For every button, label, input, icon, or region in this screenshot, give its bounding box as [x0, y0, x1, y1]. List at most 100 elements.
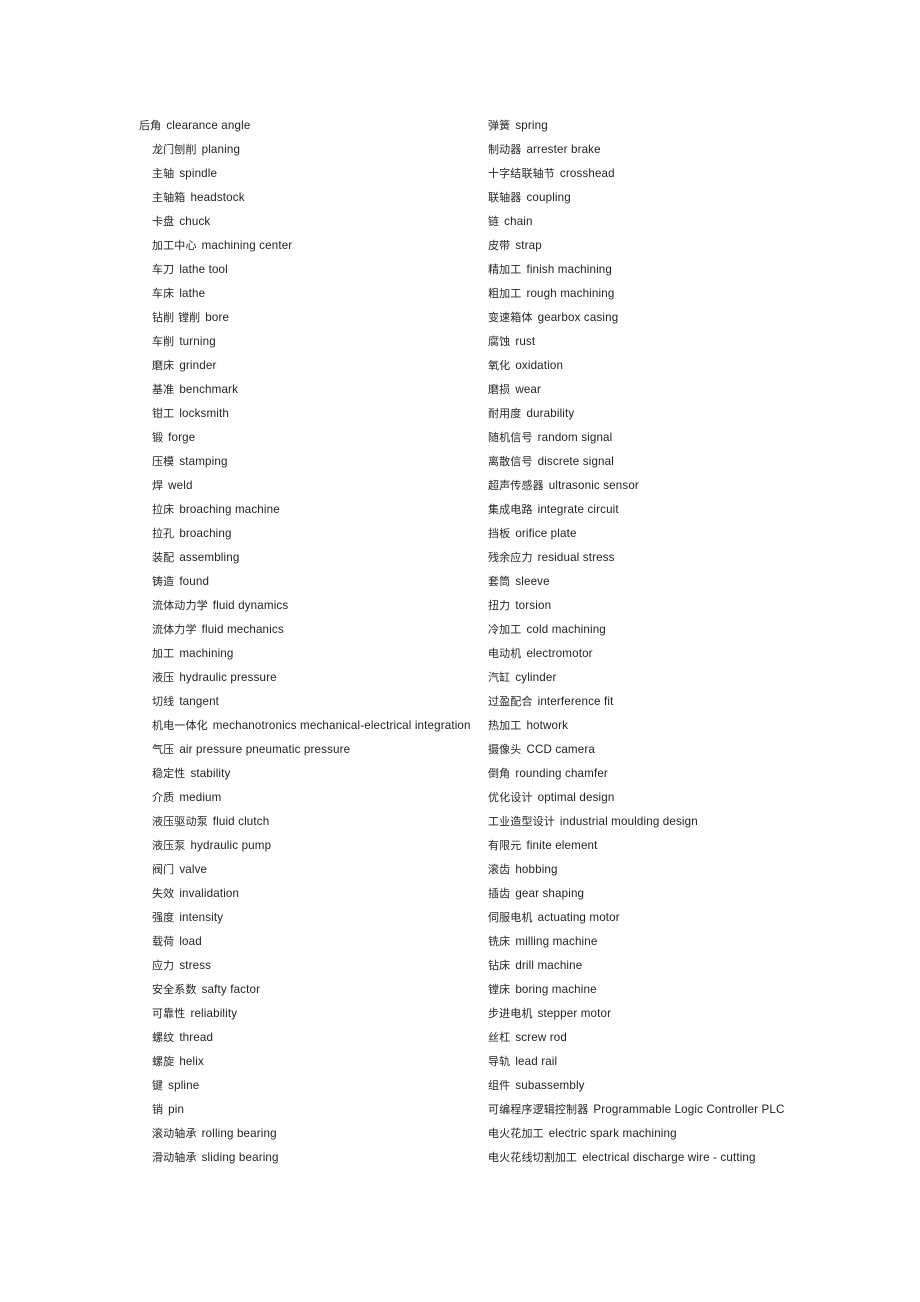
glossary-entry: 螺纹 thread: [152, 1026, 479, 1050]
glossary-entry: 车刀 lathe tool: [152, 258, 479, 282]
term-english: cold machining: [526, 623, 606, 636]
term-chinese: 组件: [488, 1079, 511, 1092]
term-chinese: 拉床: [152, 503, 175, 516]
term-chinese: 镗床: [488, 983, 511, 996]
term-chinese: 机电一体化: [152, 719, 208, 732]
glossary-entry: 皮带 strap: [488, 234, 908, 258]
glossary-entry: 插齿 gear shaping: [488, 882, 908, 906]
term-english: discrete signal: [537, 455, 614, 468]
term-chinese: 失效: [152, 887, 175, 900]
term-english: forge: [168, 431, 196, 444]
term-chinese: 流体力学: [152, 623, 197, 636]
term-english: wear: [515, 383, 542, 396]
term-chinese: 冷加工: [488, 623, 522, 636]
term-english: rolling bearing: [201, 1127, 277, 1140]
term-chinese: 液压驱动泵: [152, 815, 208, 828]
glossary-entry: 联轴器 coupling: [488, 186, 908, 210]
term-chinese: 弹簧: [488, 119, 511, 132]
term-chinese: 挡板: [488, 527, 511, 540]
term-chinese: 滚齿: [488, 863, 511, 876]
term-english: boring machine: [515, 983, 597, 996]
term-english: stability: [190, 767, 231, 780]
term-english: durability: [526, 407, 575, 420]
term-chinese: 优化设计: [488, 791, 533, 804]
term-chinese: 热加工: [488, 719, 522, 732]
term-chinese: 加工中心: [152, 239, 197, 252]
glossary-entry: 热加工 hotwork: [488, 714, 908, 738]
glossary-entry: 滚齿 hobbing: [488, 858, 908, 882]
term-chinese: 电动机: [488, 647, 522, 660]
glossary-entry: 弹簧 spring: [488, 114, 908, 138]
glossary-entry: 离散信号 discrete signal: [488, 450, 908, 474]
term-english: safty factor: [201, 983, 261, 996]
term-english: gear shaping: [515, 887, 585, 900]
term-chinese: 安全系数: [152, 983, 197, 996]
glossary-entry: 汽缸 cylinder: [488, 666, 908, 690]
term-chinese: 粗加工: [488, 287, 522, 300]
term-chinese: 螺旋: [152, 1055, 175, 1068]
term-chinese: 气压: [152, 743, 175, 756]
term-english: machining: [179, 647, 234, 660]
term-english: finite element: [526, 839, 598, 852]
term-chinese: 车床: [152, 287, 175, 300]
term-english: broaching: [179, 527, 232, 540]
glossary-entry: 拉床 broaching machine: [152, 498, 479, 522]
glossary-entry: 龙门刨削 planing: [152, 138, 479, 162]
term-chinese: 主轴箱: [152, 191, 186, 204]
glossary-entry: 组件 subassembly: [488, 1074, 908, 1098]
term-english: benchmark: [179, 383, 239, 396]
term-english: lathe: [179, 287, 206, 300]
glossary-entry: 粗加工 rough machining: [488, 282, 908, 306]
term-english: stress: [179, 959, 212, 972]
term-chinese: 可编程序逻辑控制器: [488, 1103, 589, 1116]
glossary-entry: 切线 tangent: [152, 690, 479, 714]
term-chinese: 扭力: [488, 599, 511, 612]
term-chinese: 稳定性: [152, 767, 186, 780]
term-english: machining center: [201, 239, 293, 252]
glossary-entry: 铸造 found: [152, 570, 479, 594]
term-chinese: 精加工: [488, 263, 522, 276]
term-chinese: 滑动轴承: [152, 1151, 197, 1164]
term-chinese: 摄像头: [488, 743, 522, 756]
term-chinese: 液压泵: [152, 839, 186, 852]
right-column: 弹簧 spring 制动器 arrester brake 十字结联轴节 crosshead…: [488, 114, 908, 1170]
term-chinese: 套筒: [488, 575, 511, 588]
term-chinese: 销: [152, 1103, 164, 1116]
term-english: cylinder: [515, 671, 557, 684]
glossary-entry: 电火花线切割加工 electrical discharge wire - cutt…: [488, 1146, 908, 1170]
term-chinese: 变速箱体: [488, 311, 533, 324]
glossary-entry: 焊 weld: [152, 474, 479, 498]
term-english: orifice plate: [515, 527, 577, 540]
term-english: CCD camera: [526, 743, 595, 756]
glossary-entry: 强度 intensity: [152, 906, 479, 930]
term-chinese: 工业造型设计: [488, 815, 555, 828]
glossary-entry: 流体动力学 fluid dynamics: [152, 594, 479, 618]
term-chinese: 主轴: [152, 167, 175, 180]
glossary-entry: 卡盘 chuck: [152, 210, 479, 234]
term-chinese: 介质: [152, 791, 175, 804]
glossary-entry: 精加工 finish machining: [488, 258, 908, 282]
term-chinese: 卡盘: [152, 215, 175, 228]
term-chinese: 压模: [152, 455, 175, 468]
term-english: planing: [201, 143, 241, 156]
term-chinese: 加工: [152, 647, 175, 660]
glossary-entry: 钳工 locksmith: [152, 402, 479, 426]
term-english: random signal: [537, 431, 613, 444]
glossary-entry: 车削 turning: [152, 330, 479, 354]
term-english: fluid dynamics: [212, 599, 289, 612]
term-chinese: 倒角: [488, 767, 511, 780]
glossary-entry: 主轴 spindle: [152, 162, 479, 186]
term-chinese: 焊: [152, 479, 164, 492]
term-chinese: 腐蚀: [488, 335, 511, 348]
glossary-entry: 主轴箱 headstock: [152, 186, 479, 210]
term-english: locksmith: [179, 407, 229, 420]
term-chinese: 切线: [152, 695, 175, 708]
glossary-entry: 失效 invalidation: [152, 882, 479, 906]
glossary-entry: 安全系数 safty factor: [152, 978, 479, 1002]
term-english: rust: [515, 335, 536, 348]
term-chinese: 磨损: [488, 383, 511, 396]
glossary-entry: 超声传感器 ultrasonic sensor: [488, 474, 908, 498]
term-english: actuating motor: [537, 911, 620, 924]
term-chinese: 离散信号: [488, 455, 533, 468]
left-column: 后角 clearance angle 龙门刨削 planing 主轴 spindle 主轴箱…: [139, 114, 479, 1170]
